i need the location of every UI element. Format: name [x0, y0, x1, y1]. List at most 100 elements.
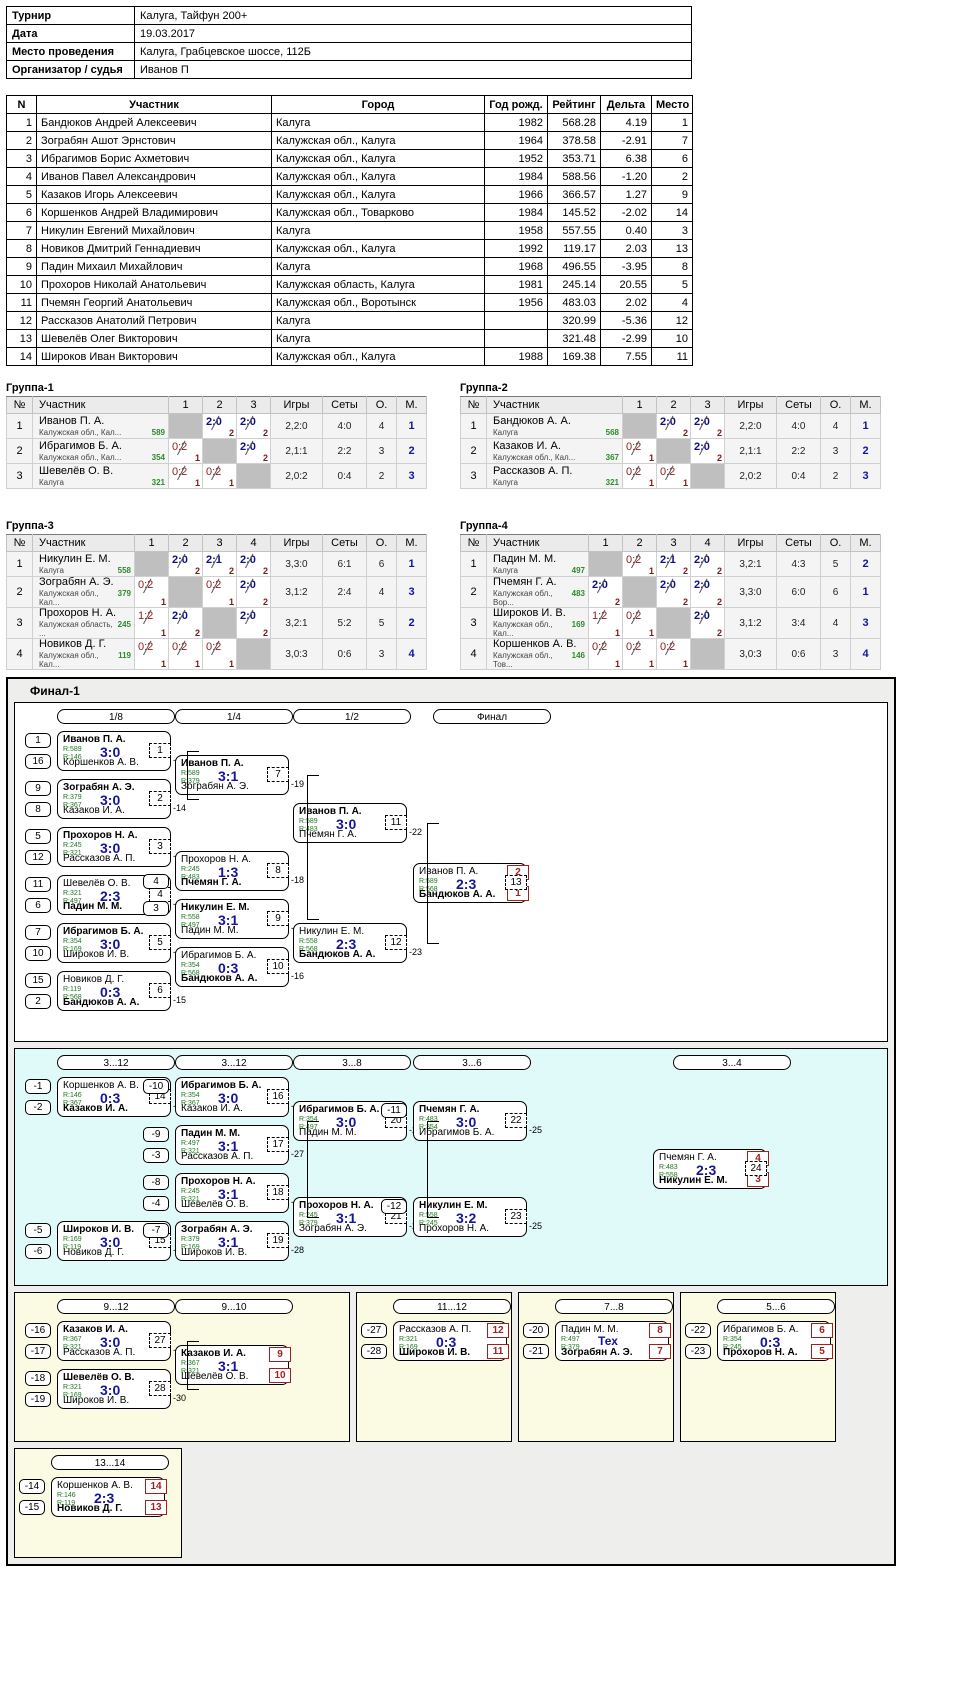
- seed-badge: -14: [19, 1479, 45, 1494]
- player-cell: 145.52: [547, 203, 601, 222]
- group-points: 2: [682, 597, 688, 607]
- match-top-rating: R:589: [181, 770, 200, 777]
- player-cell: Ибрагимов Борис Ахметович: [36, 149, 272, 168]
- group-self-cell: [236, 638, 271, 670]
- group-table-block: Группа-2 № Участник 1 2 3 Игры Сеты О. М. 1 Бандюко…: [460, 382, 881, 489]
- group-col-header: Игры: [724, 396, 777, 414]
- player-cell: 10: [651, 329, 693, 348]
- group-games: 3,0:3: [724, 638, 777, 670]
- player-cell: 119.17: [547, 239, 601, 258]
- player-cell: 4: [6, 167, 37, 186]
- group-points: 2: [716, 453, 722, 463]
- group-place: 2: [396, 438, 427, 464]
- group-col-header: 4: [236, 534, 271, 552]
- group-player-rating: 146: [571, 651, 585, 660]
- bracket-connector: [187, 1341, 199, 1342]
- match-bottom-player: Казаков И. А.: [63, 1103, 128, 1114]
- group-player-city: Калужская обл., Кал...: [493, 452, 576, 462]
- player-cell: [484, 311, 548, 330]
- match-top-rating: R:354: [181, 962, 200, 969]
- places-11-12-panel: 11...12 Рассказов А. П. R:321 R:169 0:3 Широк…: [356, 1292, 512, 1442]
- group-points-total: 4: [820, 607, 851, 639]
- group-row: 3 Шевелёв О. В. Калуга 321 0:2 1 0:2 1 2,0:2 0:4 2…: [6, 463, 427, 489]
- match-number-badge: 6: [149, 983, 171, 998]
- group-player-rating: 245: [117, 620, 131, 629]
- match-number-badge: 12: [385, 935, 407, 950]
- player-cell: Бандюков Андрей Алексеевич: [36, 113, 272, 132]
- round-label: 3...12: [57, 1055, 175, 1070]
- group-player-cell: Ибрагимов Б. А. Калужская обл., Кал... 354: [32, 438, 169, 464]
- player-cell: 12: [651, 311, 693, 330]
- group-result-cell: 0:2 1: [622, 638, 657, 670]
- group-points: 2: [716, 597, 722, 607]
- player-cell: 8: [6, 239, 37, 258]
- match-top-rating: R:558: [181, 914, 200, 921]
- group-sets: 6:0: [776, 576, 821, 608]
- player-cell: Новиков Дмитрий Геннадиевич: [36, 239, 272, 258]
- group-place: 2: [850, 438, 881, 464]
- round-label: 3...6: [413, 1055, 531, 1070]
- seed-badge: 2: [25, 994, 51, 1009]
- match-number-badge: 28: [149, 1381, 171, 1396]
- player-cell: 353.71: [547, 149, 601, 168]
- match-top-rating: R:497: [561, 1336, 580, 1343]
- seed-badge: -4: [143, 1196, 169, 1211]
- group-games: 2,0:2: [270, 463, 323, 489]
- bracket-connector: [427, 943, 439, 944]
- table-row: 4 Иванов Павел Александрович Калужская обл…: [6, 167, 693, 186]
- player-cell: 1958: [484, 221, 548, 240]
- group-player-rating: 367: [605, 452, 619, 462]
- group-player-city: Калуга: [39, 477, 64, 487]
- group-player-cell: Коршенков А. В. Калужская обл., Тов... 146: [486, 638, 589, 670]
- group-row-number: 3: [6, 463, 33, 489]
- group-title: Группа-1: [6, 382, 54, 394]
- table-row: 12 Рассказов Анатолий Петрович Калуга 320.9…: [6, 311, 693, 330]
- group-sets: 0:4: [322, 463, 367, 489]
- group-result-cell: 2:0 2: [236, 413, 271, 439]
- match-top-rating: R:589: [63, 746, 82, 753]
- group-row: 2 Зограбян А. Э. Калужская обл., Кал... 379…: [6, 576, 427, 608]
- group-points: 1: [160, 597, 166, 607]
- match-bottom-player: Падин М. М.: [181, 925, 239, 936]
- group-result-cell: 0:2 1: [202, 576, 237, 608]
- group-result-cell: 2:0 2: [690, 607, 725, 639]
- group-sets: 4:3: [776, 551, 821, 577]
- player-cell: 14: [6, 347, 37, 366]
- group-result-cell: 0:2 1: [202, 463, 237, 489]
- player-cell: Калужская обл., Калуга: [271, 239, 485, 258]
- group-row: 2 Казаков И. А. Калужская обл., Кал... 367 0…: [460, 438, 881, 464]
- info-row: Организатор / судья Иванов П: [6, 60, 692, 79]
- group-points: 2: [194, 628, 200, 638]
- group-col-header: №: [6, 396, 33, 414]
- player-cell: 4.19: [600, 113, 652, 132]
- group-row: 4 Новиков Д. Г. Калужская обл., Кал... 119 0…: [6, 638, 427, 670]
- group-col-header: Участник: [486, 396, 623, 414]
- group-title: Группа-3: [6, 520, 54, 532]
- round-label: 3...8: [293, 1055, 411, 1070]
- group-row: 2 Пчемян Г. А. Калужская обл., Вор... 483 2:…: [460, 576, 881, 608]
- group-col-header: 1: [168, 396, 203, 414]
- match-number-badge: 10: [267, 959, 289, 974]
- group-player-rating: 589: [151, 427, 165, 437]
- match-number-badge: 2: [149, 791, 171, 806]
- group-col-header: М.: [850, 396, 881, 414]
- match-top-rating: R:119: [63, 986, 82, 993]
- player-cell: 2: [6, 131, 37, 150]
- match-bottom-player: Шевелёв О. В.: [181, 1199, 249, 1210]
- group-row-number: 1: [460, 551, 487, 577]
- group-points: 1: [194, 453, 200, 463]
- group-player-rating: 354: [151, 452, 165, 462]
- bracket-connector: [427, 823, 439, 824]
- group-sets: 6:1: [322, 551, 367, 577]
- group-col-header: Участник: [32, 396, 169, 414]
- match-top-rating: R:367: [181, 1360, 200, 1367]
- seed-badge: -2: [25, 1100, 51, 1115]
- edge-delta-value: -25: [529, 1125, 543, 1135]
- group-points: 1: [228, 597, 234, 607]
- player-cell: 5: [651, 275, 693, 294]
- match-number-badge: 19: [267, 1233, 289, 1248]
- group-player-rating: 568: [605, 427, 619, 437]
- group-player-rating: 558: [117, 565, 131, 575]
- edge-delta-value: -15: [173, 995, 187, 1005]
- final-rank-badge: 6: [811, 1323, 833, 1338]
